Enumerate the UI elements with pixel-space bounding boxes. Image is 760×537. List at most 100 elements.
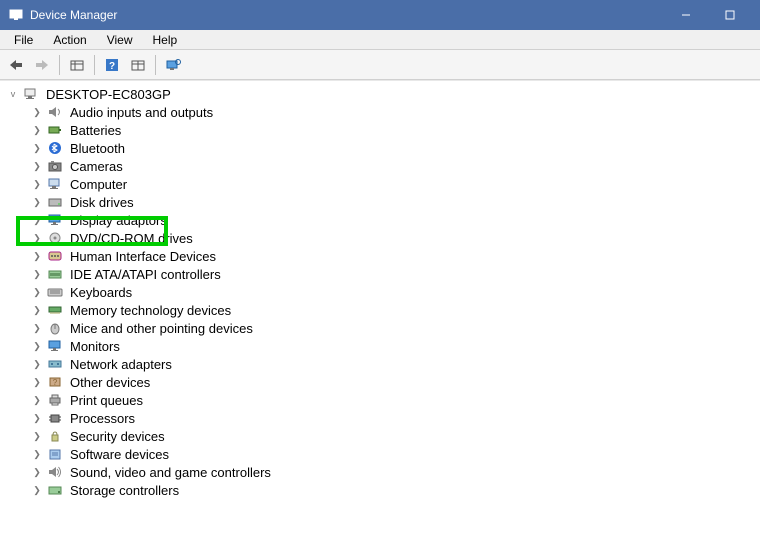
category-battery[interactable]: ❯ Batteries bbox=[6, 121, 760, 139]
camera-icon bbox=[46, 158, 64, 174]
category-label: Storage controllers bbox=[68, 483, 181, 498]
chevron-right-icon[interactable]: ❯ bbox=[30, 339, 44, 353]
show-hidden-button[interactable] bbox=[65, 53, 89, 77]
chevron-right-icon[interactable]: ❯ bbox=[30, 159, 44, 173]
chevron-right-icon[interactable]: ❯ bbox=[30, 357, 44, 371]
maximize-button[interactable] bbox=[708, 0, 752, 30]
category-label: Mice and other pointing devices bbox=[68, 321, 255, 336]
memory-icon bbox=[46, 302, 64, 318]
scan-hardware-button[interactable] bbox=[161, 53, 185, 77]
chevron-right-icon[interactable]: ❯ bbox=[30, 411, 44, 425]
category-label: Software devices bbox=[68, 447, 171, 462]
computer-icon bbox=[22, 86, 40, 102]
title-bar: Device Manager bbox=[0, 0, 760, 30]
category-label: Disk drives bbox=[68, 195, 136, 210]
category-label: Keyboards bbox=[68, 285, 134, 300]
software-icon bbox=[46, 446, 64, 462]
category-label: Monitors bbox=[68, 339, 122, 354]
chevron-right-icon[interactable]: ❯ bbox=[30, 231, 44, 245]
category-security[interactable]: ❯ Security devices bbox=[6, 427, 760, 445]
chevron-right-icon[interactable]: ❯ bbox=[30, 483, 44, 497]
back-button[interactable] bbox=[4, 53, 28, 77]
category-bluetooth[interactable]: ❯ Bluetooth bbox=[6, 139, 760, 157]
minimize-button[interactable] bbox=[664, 0, 708, 30]
other-icon: ? bbox=[46, 374, 64, 390]
root-label: DESKTOP-EC803GP bbox=[44, 87, 173, 102]
chevron-right-icon[interactable]: ❯ bbox=[30, 393, 44, 407]
category-label: Network adapters bbox=[68, 357, 174, 372]
chevron-right-icon[interactable]: ❯ bbox=[30, 267, 44, 281]
tree-root-node[interactable]: v DESKTOP-EC803GP bbox=[6, 85, 760, 103]
category-memory[interactable]: ❯ Memory technology devices bbox=[6, 301, 760, 319]
speaker-icon bbox=[46, 104, 64, 120]
help-button[interactable]: ? bbox=[100, 53, 124, 77]
category-disk[interactable]: ❯ Disk drives bbox=[6, 193, 760, 211]
chevron-right-icon[interactable]: ❯ bbox=[30, 429, 44, 443]
app-icon bbox=[8, 7, 24, 23]
chevron-right-icon[interactable]: ❯ bbox=[30, 447, 44, 461]
category-other[interactable]: ❯? Other devices bbox=[6, 373, 760, 391]
forward-button[interactable] bbox=[30, 53, 54, 77]
chevron-right-icon[interactable]: ❯ bbox=[30, 195, 44, 209]
category-label: Security devices bbox=[68, 429, 167, 444]
category-keyboard[interactable]: ❯ Keyboards bbox=[6, 283, 760, 301]
security-icon bbox=[46, 428, 64, 444]
chevron-right-icon[interactable]: ❯ bbox=[30, 177, 44, 191]
monitor-icon bbox=[46, 212, 64, 228]
category-software[interactable]: ❯ Software devices bbox=[6, 445, 760, 463]
category-cpu[interactable]: ❯Processors bbox=[6, 409, 760, 427]
hid-icon bbox=[46, 248, 64, 264]
chevron-right-icon[interactable]: ❯ bbox=[30, 285, 44, 299]
chevron-right-icon[interactable]: ❯ bbox=[30, 105, 44, 119]
category-label: DVD/CD-ROM drives bbox=[68, 231, 195, 246]
category-printer[interactable]: ❯Print queues bbox=[6, 391, 760, 409]
menu-view[interactable]: View bbox=[97, 31, 143, 49]
menu-file[interactable]: File bbox=[4, 31, 43, 49]
category-label: IDE ATA/ATAPI controllers bbox=[68, 267, 223, 282]
category-label: Batteries bbox=[68, 123, 123, 138]
category-sound[interactable]: ❯ Sound, video and game controllers bbox=[6, 463, 760, 481]
chevron-right-icon[interactable]: ❯ bbox=[30, 321, 44, 335]
category-speaker[interactable]: ❯ Audio inputs and outputs bbox=[6, 103, 760, 121]
chevron-right-icon[interactable]: ❯ bbox=[30, 141, 44, 155]
toolbar-separator bbox=[59, 55, 60, 75]
menu-action[interactable]: Action bbox=[43, 31, 96, 49]
category-label: Audio inputs and outputs bbox=[68, 105, 215, 120]
chevron-right-icon[interactable]: ❯ bbox=[30, 249, 44, 263]
disk-icon bbox=[46, 194, 64, 210]
category-monitor[interactable]: ❯ Monitors bbox=[6, 337, 760, 355]
toolbar: ? bbox=[0, 50, 760, 80]
menu-help[interactable]: Help bbox=[143, 31, 188, 49]
chevron-right-icon[interactable]: ❯ bbox=[30, 375, 44, 389]
category-label: Bluetooth bbox=[68, 141, 127, 156]
mouse-icon bbox=[46, 320, 64, 336]
category-ide[interactable]: ❯ IDE ATA/ATAPI controllers bbox=[6, 265, 760, 283]
category-monitor[interactable]: ❯Display adaptors bbox=[6, 211, 760, 229]
network-icon bbox=[46, 356, 64, 372]
menu-bar: File Action View Help bbox=[0, 30, 760, 50]
chevron-right-icon[interactable]: ❯ bbox=[30, 465, 44, 479]
category-label: Memory technology devices bbox=[68, 303, 233, 318]
category-label: Sound, video and game controllers bbox=[68, 465, 273, 480]
category-mouse[interactable]: ❯ Mice and other pointing devices bbox=[6, 319, 760, 337]
computer-icon bbox=[46, 176, 64, 192]
storage-icon bbox=[46, 482, 64, 498]
chevron-down-icon[interactable]: v bbox=[6, 87, 20, 101]
chevron-right-icon[interactable]: ❯ bbox=[30, 123, 44, 137]
category-computer[interactable]: ❯ Computer bbox=[6, 175, 760, 193]
device-tree[interactable]: vDESKTOP-EC803GP❯Audio inputs and output… bbox=[0, 80, 760, 537]
category-label: Other devices bbox=[68, 375, 152, 390]
monitor-icon bbox=[46, 338, 64, 354]
keyboard-icon bbox=[46, 284, 64, 300]
svg-text:?: ? bbox=[109, 61, 115, 72]
properties-button[interactable] bbox=[126, 53, 150, 77]
chevron-right-icon[interactable]: ❯ bbox=[30, 213, 44, 227]
category-cdrom[interactable]: ❯ DVD/CD-ROM drives bbox=[6, 229, 760, 247]
ide-icon bbox=[46, 266, 64, 282]
chevron-right-icon[interactable]: ❯ bbox=[30, 303, 44, 317]
category-camera[interactable]: ❯Cameras bbox=[6, 157, 760, 175]
category-label: Computer bbox=[68, 177, 129, 192]
category-hid[interactable]: ❯Human Interface Devices bbox=[6, 247, 760, 265]
category-storage[interactable]: ❯ Storage controllers bbox=[6, 481, 760, 499]
category-network[interactable]: ❯ Network adapters bbox=[6, 355, 760, 373]
